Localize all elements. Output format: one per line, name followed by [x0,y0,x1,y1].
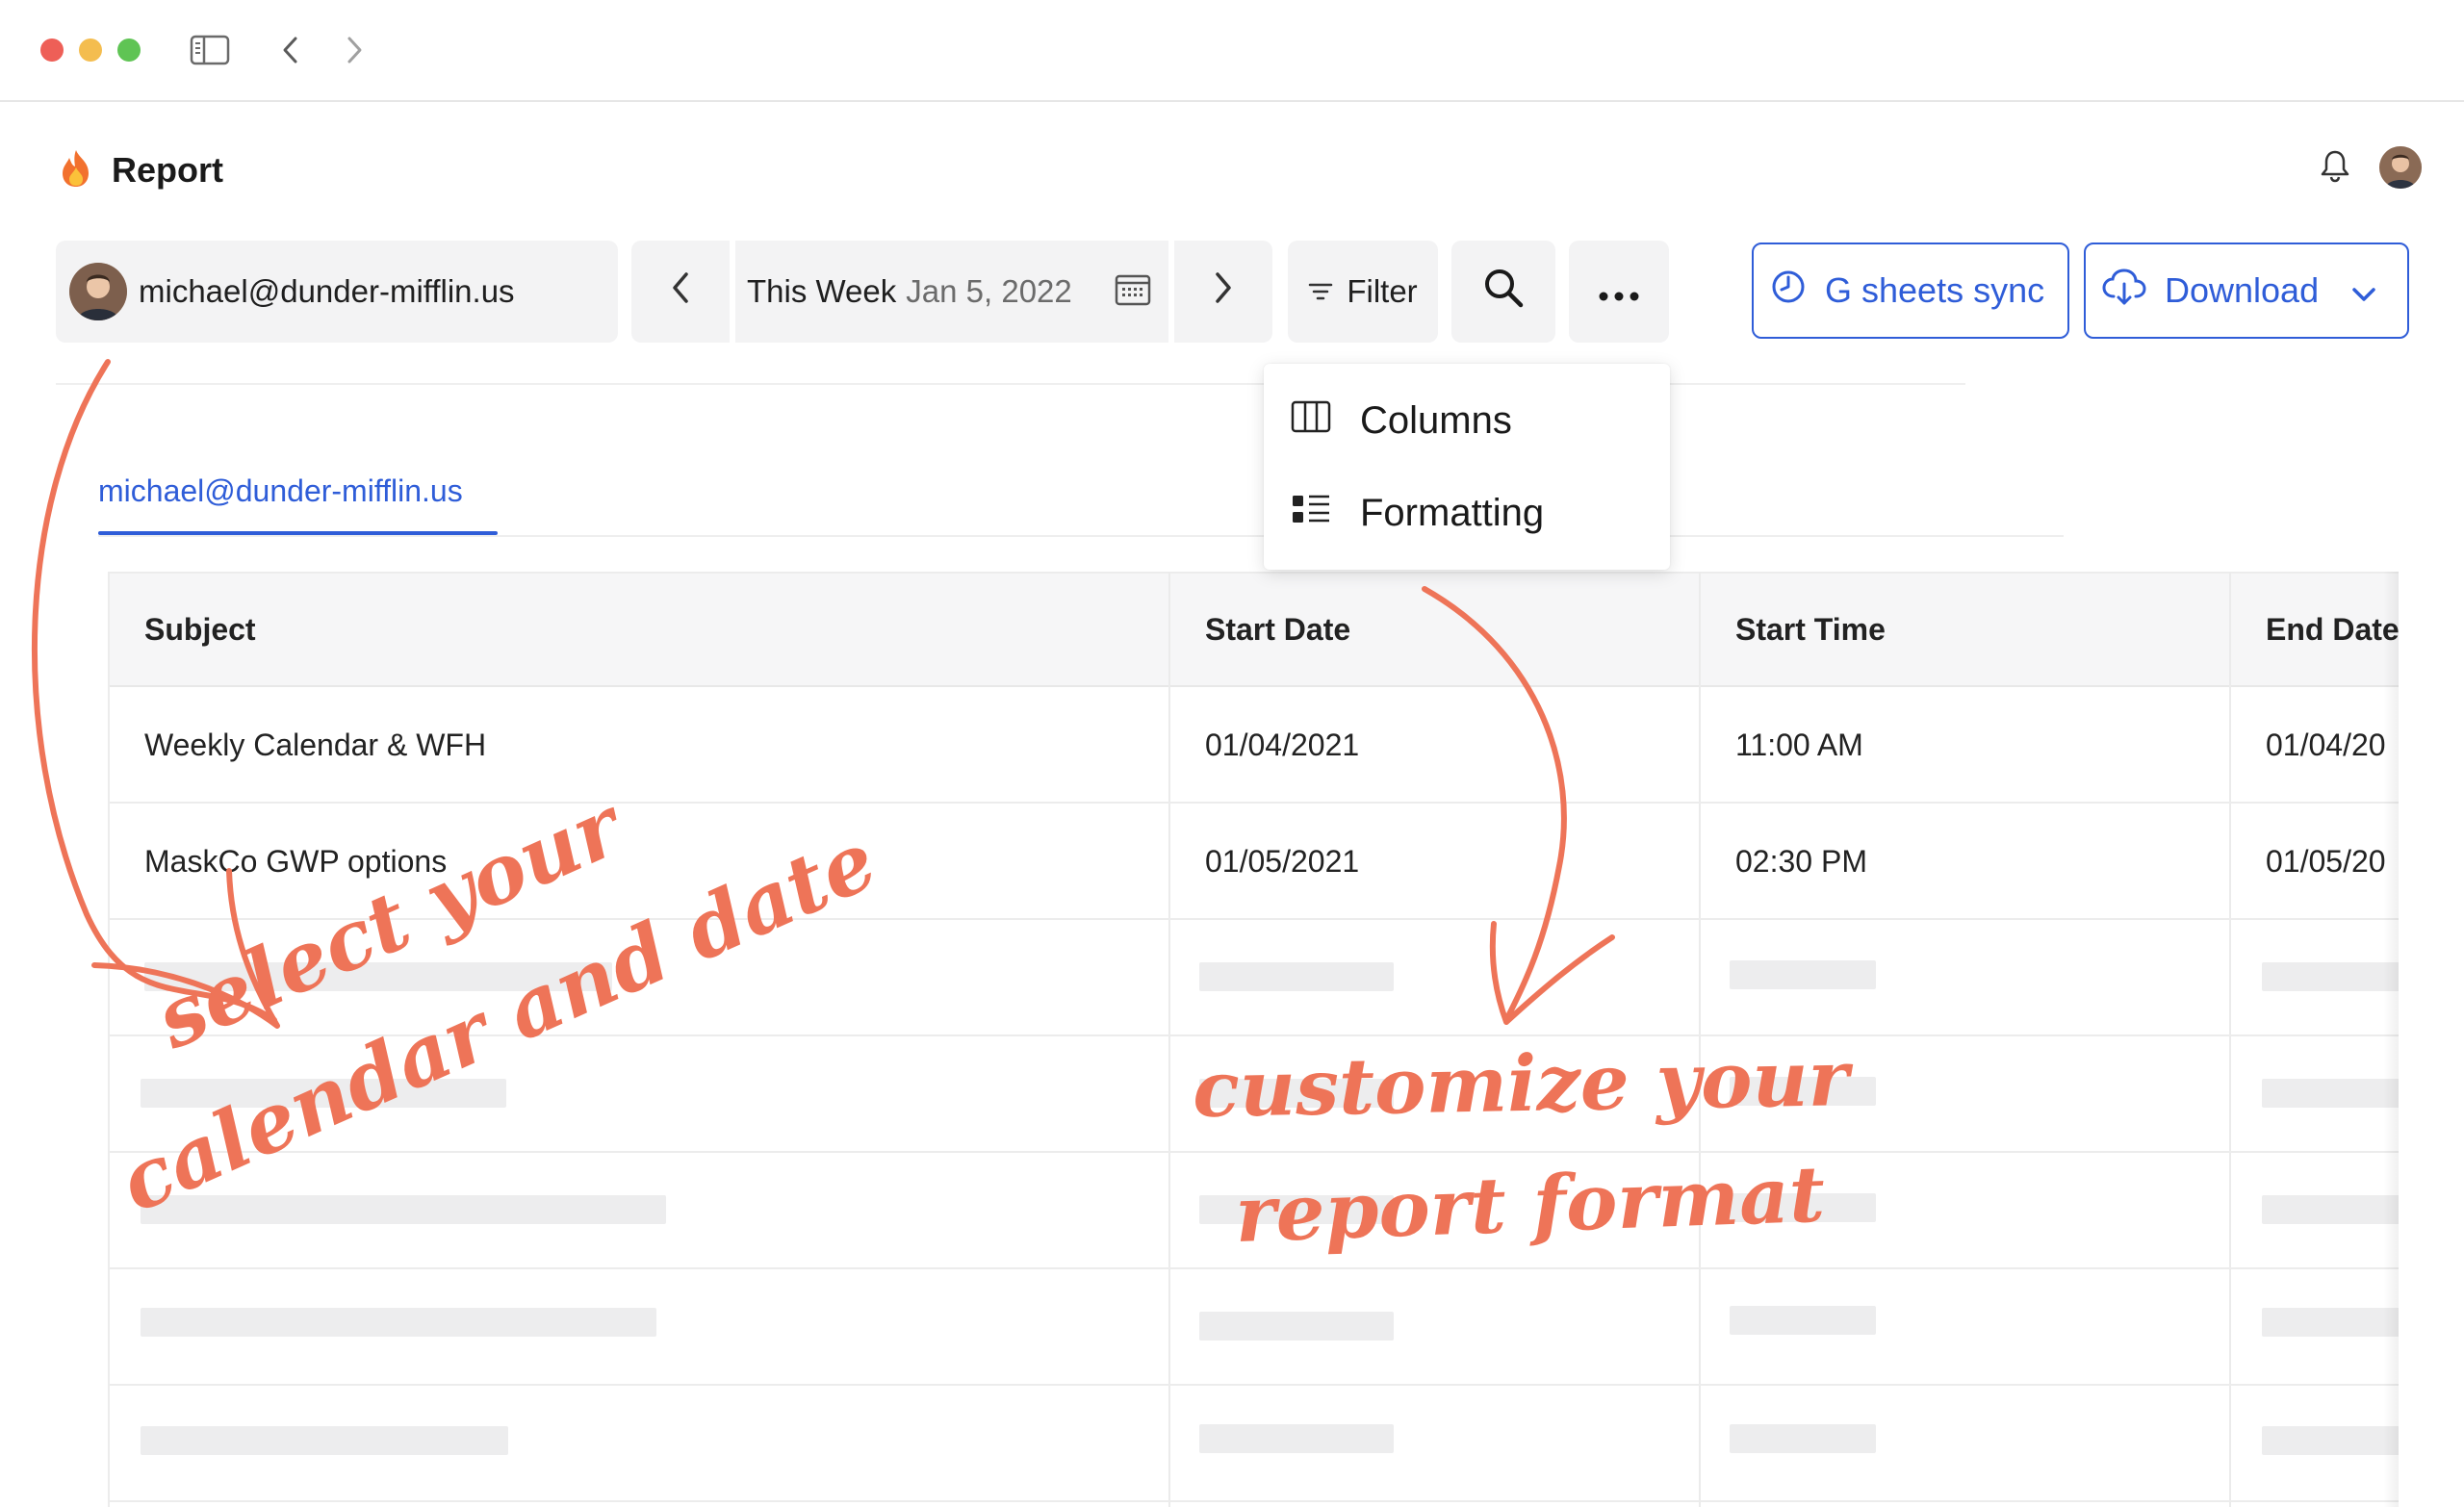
skeleton-cell [2262,1426,2399,1455]
page-title: Report [112,150,223,190]
date-range-picker[interactable]: This Week Jan 5, 2022 [735,241,1168,343]
cell-start-date: 01/04/2021 [1205,728,1360,762]
menu-item-formatting-label: Formatting [1360,491,1545,534]
clock-icon [1769,268,1808,315]
annotation-right-line1: customize your [1192,1033,1850,1135]
menu-item-formatting[interactable]: Formatting [1291,479,1544,547]
more-horizontal-icon [1598,273,1640,310]
cell-start-date: 01/05/2021 [1205,844,1360,879]
search-icon [1482,267,1525,317]
column-header-start-date[interactable]: Start Date [1205,612,1350,648]
column-header-start-time[interactable]: Start Time [1735,612,1886,648]
cell-start-time: 02:30 PM [1735,844,1867,879]
sidebar-toggle-icon[interactable] [187,27,233,73]
skeleton-cell [1730,1306,1876,1335]
skeleton-cell [2262,1079,2399,1108]
cell-end-date: 01/04/20 [2266,728,2386,762]
next-week-button[interactable] [1174,241,1272,343]
table-header: Subject Start Date Start Time End Date [110,572,2399,687]
placeholder-row [110,1269,2399,1386]
placeholder-row [110,1386,2399,1502]
account-avatar [69,263,127,320]
tab-divider [98,535,2064,537]
forward-arrow-icon[interactable] [331,27,377,73]
minimize-window-button[interactable] [79,38,102,62]
chevron-left-icon [669,270,692,313]
filter-label: Filter [1347,273,1418,309]
skeleton-cell [141,1308,656,1337]
skeleton-cell [1199,962,1394,991]
calendar-icon[interactable] [1115,272,1151,315]
menu-item-columns[interactable]: Columns [1291,387,1512,454]
cell-start-time: 11:00 AM [1735,728,1863,762]
bell-icon[interactable] [2320,148,2350,188]
more-options-button[interactable] [1569,241,1669,343]
gsheets-sync-label: G sheets sync [1825,270,2045,310]
skeleton-cell [1730,960,1876,989]
skeleton-cell [2262,1308,2399,1337]
account-email: michael@dunder-mifflin.us [139,273,515,309]
menu-item-columns-label: Columns [1360,398,1512,442]
chevron-down-icon[interactable] [2349,277,2378,318]
account-selector[interactable]: michael@dunder-mifflin.us [56,241,618,343]
table-scroll-shadow [2383,572,2399,1507]
skeleton-cell [2262,962,2399,991]
toolbar-divider [56,383,1965,385]
date-value: Jan 5, 2022 [906,273,1072,309]
column-header-end-date[interactable]: End Date [2266,612,2399,648]
fire-icon [58,148,94,193]
filter-button[interactable]: Filter [1288,241,1438,343]
skeleton-cell [141,1195,666,1224]
skeleton-cell [141,1426,508,1455]
formatting-icon [1291,492,1331,535]
window-titlebar [0,0,2464,102]
column-header-subject[interactable]: Subject [144,612,256,648]
page-header: Report [58,146,223,194]
download-button[interactable]: Download [2084,243,2409,339]
close-window-button[interactable] [40,38,64,62]
cell-end-date: 01/05/20 [2266,844,2386,879]
skeleton-cell [1199,1312,1394,1341]
user-avatar[interactable] [2379,146,2422,189]
previous-week-button[interactable] [631,241,730,343]
date-range-label: This Week [747,273,897,309]
chevron-right-icon [1212,270,1235,313]
tab-calendar-account[interactable]: michael@dunder-mifflin.us [98,473,463,509]
skeleton-cell [2262,1195,2399,1224]
skeleton-cell [1730,1424,1876,1453]
skeleton-cell [1199,1424,1394,1453]
maximize-window-button[interactable] [117,38,141,62]
back-arrow-icon[interactable] [268,27,314,73]
cell-subject: Weekly Calendar & WFH [144,728,487,762]
table-row[interactable]: Weekly Calendar & WFH 01/04/2021 11:00 A… [110,687,2399,804]
download-label: Download [2165,270,2320,310]
search-button[interactable] [1451,241,1555,343]
gsheets-sync-button[interactable]: G sheets sync [1752,243,2069,339]
header-actions [2320,146,2422,189]
filter-icon [1308,273,1333,310]
columns-icon [1291,399,1331,443]
cloud-download-icon [2101,268,2147,315]
